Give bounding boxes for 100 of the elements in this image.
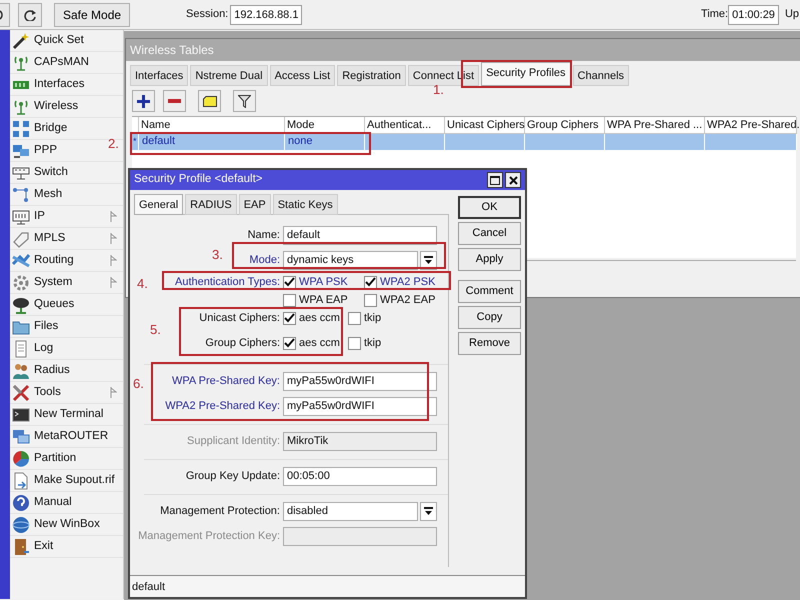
- sidebar-item[interactable]: Make Supout.rif: [10, 470, 115, 491]
- checkbox[interactable]: [283, 276, 296, 288]
- sidebar-item[interactable]: System: [10, 272, 72, 293]
- sidebar-item[interactable]: Bridge: [10, 118, 68, 139]
- annotation-number: 6.: [133, 375, 144, 393]
- tab[interactable]: Access List: [270, 65, 336, 86]
- sidebar-item[interactable]: Partition: [10, 448, 76, 469]
- field-label: Mode:: [249, 253, 280, 268]
- comment-button[interactable]: [198, 90, 221, 112]
- dropdown-field[interactable]: disabled: [283, 502, 418, 521]
- tree-icon: [12, 296, 30, 314]
- option-label: WPA2 EAP: [380, 292, 436, 308]
- ip-icon: [12, 208, 30, 226]
- option-label: WPA2 PSK: [380, 274, 436, 290]
- window-title: Wireless Tables: [130, 43, 214, 57]
- gear-icon: [12, 274, 30, 292]
- field-label: Group Ciphers:: [205, 336, 280, 351]
- sidebar-item[interactable]: CAPsMAN: [10, 52, 89, 73]
- option-label: WPA PSK: [299, 274, 348, 290]
- globe-icon: [12, 516, 30, 534]
- field-label: Management Protection:: [160, 504, 280, 520]
- minus-icon: [168, 99, 181, 103]
- sidebar-item[interactable]: Files: [10, 316, 58, 337]
- dialog-button[interactable]: Cancel: [458, 222, 521, 245]
- sidebar-item[interactable]: New Terminal: [10, 404, 104, 425]
- maximize-button[interactable]: [487, 172, 503, 188]
- sidebar-item[interactable]: New WinBox: [10, 514, 100, 535]
- input-field[interactable]: 00:05:00: [283, 467, 437, 486]
- close-button[interactable]: [505, 172, 521, 188]
- checkmark-icon: [284, 277, 295, 287]
- checkbox[interactable]: [283, 336, 296, 350]
- time-label: Time:: [701, 7, 728, 22]
- checkbox[interactable]: [348, 336, 361, 350]
- annotation-number: 5.: [150, 321, 161, 339]
- checkbox[interactable]: [283, 312, 296, 324]
- sidebar-item[interactable]: PPP: [10, 140, 58, 161]
- plus-icon: [137, 94, 150, 108]
- tab[interactable]: Security Profiles: [481, 62, 571, 86]
- tag-icon: [12, 230, 30, 248]
- tab[interactable]: RADIUS: [185, 194, 237, 215]
- sidebar-item[interactable]: Radius: [10, 360, 70, 381]
- filter-button[interactable]: [233, 90, 256, 112]
- sidebar-item[interactable]: Manual: [10, 492, 72, 513]
- sidebar-item[interactable]: Routing: [10, 250, 74, 271]
- sidebar-item[interactable]: Exit: [10, 536, 54, 557]
- undo-button[interactable]: [0, 2, 10, 26]
- sidebar-item[interactable]: IP: [10, 206, 45, 227]
- tab[interactable]: Channels: [572, 65, 630, 86]
- dialog-button[interactable]: Comment: [458, 280, 521, 303]
- checkbox[interactable]: [364, 294, 377, 306]
- redo-icon: [23, 8, 37, 20]
- dialog-button[interactable]: OK: [458, 196, 521, 219]
- tab[interactable]: Static Keys: [272, 194, 338, 215]
- tab[interactable]: Nstreme Dual: [190, 65, 268, 86]
- sidebar-item[interactable]: Log: [10, 338, 54, 359]
- tab[interactable]: General: [134, 194, 184, 215]
- sidebar-item[interactable]: Switch: [10, 162, 68, 183]
- input-field[interactable]: myPa55w0rdWIFI: [283, 372, 437, 391]
- safe-mode-button[interactable]: Safe Mode: [54, 2, 130, 26]
- filter-icon: [238, 94, 251, 108]
- option-label: tkip: [364, 336, 382, 351]
- tab[interactable]: EAP: [238, 194, 271, 215]
- option-label: aes ccm: [299, 336, 340, 351]
- remove-button[interactable]: [163, 90, 186, 112]
- sidebar-item[interactable]: MPLS: [10, 228, 66, 249]
- close-icon: [508, 176, 518, 184]
- sidebar-item[interactable]: Quick Set: [10, 30, 84, 51]
- checkbox[interactable]: [364, 276, 377, 288]
- status-bar: default: [130, 575, 525, 597]
- annotation-number: 2.: [108, 135, 119, 153]
- checkmark-icon: [284, 313, 295, 323]
- add-button[interactable]: [132, 90, 155, 112]
- annotation-number: 3.: [212, 246, 223, 264]
- sidebar-item[interactable]: Tools: [10, 382, 61, 403]
- tab[interactable]: Registration: [337, 65, 406, 86]
- table-row[interactable]: * default none: [132, 134, 796, 150]
- time-field[interactable]: 01:00:29: [728, 4, 779, 24]
- sidebar-item[interactable]: Queues: [10, 294, 74, 315]
- input-field[interactable]: myPa55w0rdWIFI: [283, 397, 437, 416]
- redo-button[interactable]: [18, 2, 42, 26]
- dialog-button[interactable]: Apply: [458, 248, 521, 271]
- session-field[interactable]: 192.168.88.1: [230, 4, 302, 24]
- checkbox[interactable]: [348, 312, 361, 324]
- sidebar-item[interactable]: Wireless: [10, 96, 78, 117]
- uptime-label: Up: [784, 7, 799, 22]
- tab[interactable]: Interfaces: [130, 65, 188, 86]
- checkmark-icon: [365, 277, 376, 287]
- note-icon: [202, 96, 216, 106]
- checkbox[interactable]: [283, 294, 296, 306]
- arrows-icon: [12, 252, 30, 270]
- dropdown-button[interactable]: [420, 502, 437, 521]
- annotation-number: 4.: [137, 275, 148, 293]
- dialog-button[interactable]: Remove: [458, 332, 521, 355]
- dropdown-arrow-icon: [424, 256, 434, 265]
- sidebar-item[interactable]: MetaROUTER: [10, 426, 108, 447]
- sidebar-item[interactable]: Mesh: [10, 184, 62, 205]
- table-cell: none: [285, 134, 365, 150]
- users-icon: [12, 362, 30, 380]
- dialog-button[interactable]: Copy: [458, 306, 521, 329]
- sidebar-item[interactable]: Interfaces: [10, 74, 84, 95]
